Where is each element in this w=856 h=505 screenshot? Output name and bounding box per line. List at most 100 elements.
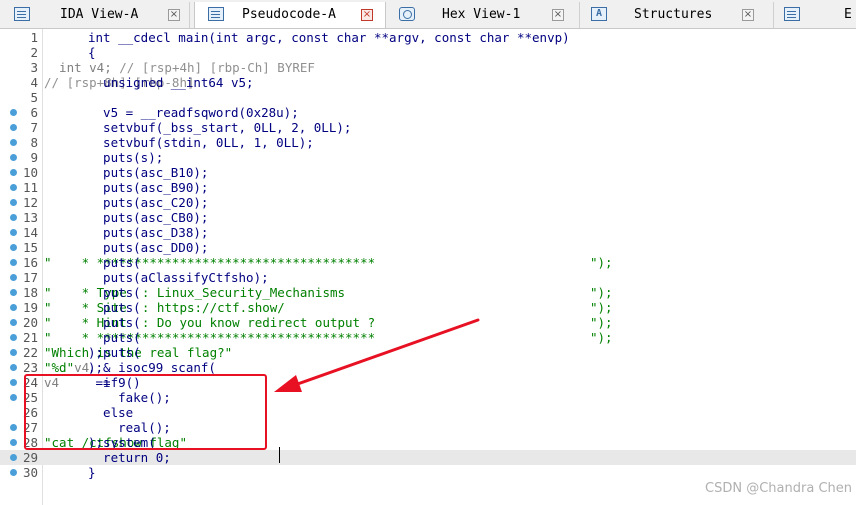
line-number: 13 — [22, 210, 38, 225]
breakpoint-dot-icon[interactable] — [10, 154, 17, 161]
code-line[interactable]: 23 __isoc99_scanf("%d", & v4); — [0, 360, 856, 375]
code-token: v5 = __readfsqword(0x28u); — [88, 105, 299, 120]
breakpoint-dot-icon[interactable] — [10, 259, 17, 266]
close-icon[interactable]: × — [168, 9, 180, 21]
breakpoint-dot-icon[interactable] — [10, 124, 17, 131]
code-text: puts(" * *******************************… — [44, 330, 375, 345]
line-number: 3 — [30, 60, 38, 75]
line-number: 11 — [22, 180, 38, 195]
code-token: puts(s); — [88, 150, 164, 165]
code-line[interactable]: 29 return 0; — [0, 450, 856, 465]
code-token: puts( — [88, 315, 141, 330]
code-token: "); — [590, 300, 613, 315]
code-line[interactable]: 21 puts(" * ****************************… — [0, 330, 856, 345]
code-token: } — [88, 465, 96, 480]
code-token: "%d" — [44, 360, 75, 375]
breakpoint-dot-icon[interactable] — [10, 214, 17, 221]
line-number: 19 — [22, 300, 38, 315]
breakpoint-dot-icon[interactable] — [10, 199, 17, 206]
tab-pseudocode-a[interactable]: Pseudocode-A × — [194, 2, 386, 28]
code-line[interactable]: 3 int v4; // [rsp+4h] [rbp-Ch] BYREF — [0, 60, 856, 75]
code-token: "); — [590, 315, 613, 330]
code-line[interactable]: 14 puts(asc_D38); — [0, 225, 856, 240]
breakpoint-dot-icon[interactable] — [10, 184, 17, 191]
line-number: 23 — [22, 360, 38, 375]
line-number: 5 — [30, 90, 38, 105]
code-line[interactable]: 15 puts(asc_DD0); — [0, 240, 856, 255]
code-token: int v4; — [44, 60, 120, 75]
tab-ida-view-a[interactable]: IDA View-A × — [0, 2, 190, 28]
code-line[interactable]: 11 puts(asc_B90); — [0, 180, 856, 195]
code-line[interactable]: 19 puts(" * Site : https://ctf.show/ "); — [0, 300, 856, 315]
line-number: 12 — [22, 195, 38, 210]
code-line[interactable]: 22 puts("Which is the real flag?"); — [0, 345, 856, 360]
breakpoint-dot-icon[interactable] — [10, 364, 17, 371]
structures-icon: A — [591, 7, 607, 21]
code-line[interactable]: 1 int __cdecl main(int argc, const char *… — [0, 30, 856, 45]
tab-enums[interactable]: E — [778, 2, 856, 28]
breakpoint-dot-icon[interactable] — [10, 439, 17, 446]
code-token: "); — [590, 330, 613, 345]
code-line[interactable]: 18 puts(" * Type : Linux_Security_Mechan… — [0, 285, 856, 300]
breakpoint-dot-icon[interactable] — [10, 424, 17, 431]
tab-hex-view-1[interactable]: Hex View-1 × — [390, 2, 580, 28]
close-icon[interactable]: × — [361, 9, 373, 21]
code-token: puts(asc_D38); — [88, 225, 209, 240]
code-token: "); — [590, 255, 613, 270]
breakpoint-dot-icon[interactable] — [10, 304, 17, 311]
breakpoint-dot-icon[interactable] — [10, 394, 17, 401]
line-number: 6 — [30, 105, 38, 120]
line-number: 9 — [30, 150, 38, 165]
code-line[interactable]: 4 unsigned __int64 v5; // [rsp+8h] [rbp-… — [0, 75, 856, 90]
line-number: 15 — [22, 240, 38, 255]
close-icon[interactable]: × — [742, 9, 754, 21]
line-number: 4 — [30, 75, 38, 90]
breakpoint-dot-icon[interactable] — [10, 319, 17, 326]
breakpoint-dot-icon[interactable] — [10, 454, 17, 461]
code-text: puts(" * Type : Linux_Security_Mechanism… — [44, 285, 345, 300]
line-number: 10 — [22, 165, 38, 180]
breakpoint-dot-icon[interactable] — [10, 379, 17, 386]
watermark: CSDN @Chandra Chen — [705, 481, 852, 496]
code-token: puts(asc_CB0); — [88, 210, 209, 225]
tab-label: Pseudocode-A — [242, 7, 336, 22]
code-line[interactable]: 17 puts(aClassifyCtfsho); — [0, 270, 856, 285]
code-line[interactable]: 6 v5 = __readfsqword(0x28u); — [0, 105, 856, 120]
code-line[interactable]: 5 — [0, 90, 856, 105]
breakpoint-dot-icon[interactable] — [10, 274, 17, 281]
pseudocode-icon — [208, 7, 224, 21]
code-token: puts( — [88, 285, 141, 300]
code-text: __isoc99_scanf("%d", & v4); — [44, 360, 216, 375]
code-token: puts(asc_C20); — [88, 195, 209, 210]
breakpoint-dot-icon[interactable] — [10, 139, 17, 146]
code-line[interactable]: 20 puts(" * Hint : Do you know redirect … — [0, 315, 856, 330]
tab-structures[interactable]: A Structures × — [584, 2, 774, 28]
breakpoint-dot-icon[interactable] — [10, 169, 17, 176]
line-number: 18 — [22, 285, 38, 300]
breakpoint-dot-icon[interactable] — [10, 244, 17, 251]
code-line[interactable]: 9 puts(s); — [0, 150, 856, 165]
line-number: 7 — [30, 120, 38, 135]
code-line[interactable]: 16 puts(" * ****************************… — [0, 255, 856, 270]
breakpoint-dot-icon[interactable] — [10, 349, 17, 356]
breakpoint-dot-icon[interactable] — [10, 229, 17, 236]
code-line[interactable]: 7 setvbuf(_bss_start, 0LL, 2, 0LL); — [0, 120, 856, 135]
code-token: // [rsp+4h] [rbp-Ch] BYREF — [119, 60, 315, 75]
line-number: 16 — [22, 255, 38, 270]
annotation-box — [24, 374, 267, 450]
code-line[interactable]: 30} — [0, 465, 856, 480]
code-token: puts(asc_B90); — [88, 180, 209, 195]
breakpoint-dot-icon[interactable] — [10, 109, 17, 116]
breakpoint-dot-icon[interactable] — [10, 289, 17, 296]
code-line[interactable]: 12 puts(asc_C20); — [0, 195, 856, 210]
code-line[interactable]: 13 puts(asc_CB0); — [0, 210, 856, 225]
breakpoint-dot-icon[interactable] — [10, 334, 17, 341]
line-number: 8 — [30, 135, 38, 150]
close-icon[interactable]: × — [552, 9, 564, 21]
breakpoint-dot-icon[interactable] — [10, 469, 17, 476]
code-line[interactable]: 2{ — [0, 45, 856, 60]
line-number: 21 — [22, 330, 38, 345]
code-line[interactable]: 8 setvbuf(stdin, 0LL, 1, 0LL); — [0, 135, 856, 150]
code-line[interactable]: 10 puts(asc_B10); — [0, 165, 856, 180]
code-token: return 0; — [88, 450, 171, 465]
